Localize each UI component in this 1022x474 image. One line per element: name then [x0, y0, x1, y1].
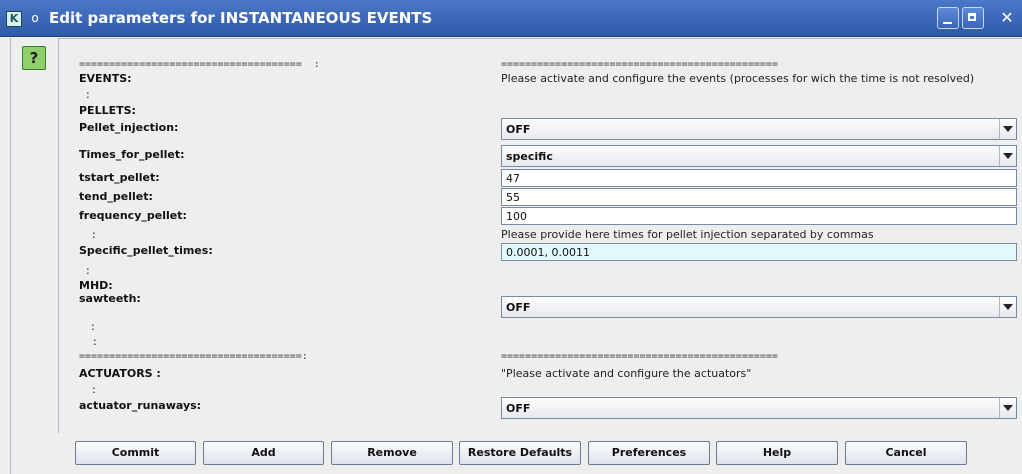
separator-right: ========================================… [501, 351, 778, 362]
chevron-down-icon [1003, 405, 1013, 411]
label-pellet-injection: Pellet_injection: [79, 121, 179, 134]
pellet-injection-select[interactable]: OFF [501, 118, 1017, 140]
tstart-pellet-input[interactable]: 47 [501, 169, 1017, 187]
panel-divider-left-inner [58, 38, 59, 433]
commit-button[interactable]: Commit [75, 441, 196, 465]
label-frequency-pellet: frequency_pellet: [79, 209, 187, 222]
chevron-down-icon [1003, 153, 1013, 159]
dropdown-arrow-button[interactable] [999, 398, 1016, 418]
section-label-events: EVENTS: [79, 72, 132, 85]
label-times-for-pellet: Times_for_pellet: [79, 148, 185, 161]
minimize-button[interactable] [937, 7, 959, 29]
section-label-pellets: PELLETS: [79, 104, 136, 117]
select-value: OFF [506, 123, 531, 136]
colon-marker: : [91, 320, 95, 333]
select-value: OFF [506, 402, 531, 415]
select-value: OFF [506, 301, 531, 314]
separator-right: ========================================… [501, 59, 778, 70]
colon-marker: : [92, 228, 96, 241]
actuator-runaways-select[interactable]: OFF [501, 397, 1017, 419]
window-titlebar[interactable]: K o Edit parameters for INSTANTANEOUS EV… [0, 0, 1022, 37]
specific-pellet-times-hint: Please provide here times for pellet inj… [501, 228, 874, 241]
events-description: Please activate and configure the events… [501, 72, 975, 85]
label-tend-pellet: tend_pellet: [79, 190, 153, 203]
tend-pellet-input[interactable]: 55 [501, 188, 1017, 206]
colon-marker: : [86, 264, 90, 277]
specific-pellet-times-input[interactable]: 0.0001, 0.0011 [501, 243, 1017, 261]
minimize-icon [943, 22, 952, 24]
section-label-actuators: ACTUATORS : [79, 367, 161, 380]
restore-defaults-button[interactable]: Restore Defaults [459, 441, 581, 465]
colon-marker: : [86, 88, 90, 101]
panel-divider-top [58, 38, 1022, 39]
dropdown-arrow-button[interactable] [999, 146, 1016, 166]
close-button[interactable]: ✕ [996, 7, 1018, 29]
label-tstart-pellet: tstart_pellet: [79, 171, 160, 184]
section-label-mhd: MHD: [79, 279, 113, 292]
separator-left: =====================================: [79, 351, 308, 362]
maximize-icon [968, 13, 976, 21]
sawteeth-select[interactable]: OFF [501, 296, 1017, 318]
label-specific-pellet-times: Specific_pellet_times: [79, 244, 213, 257]
frequency-pellet-input[interactable]: 100 [501, 207, 1017, 225]
label-actuator-runaways: actuator_runaways: [79, 399, 202, 412]
colon-marker: : [92, 383, 96, 396]
remove-button[interactable]: Remove [331, 441, 453, 465]
separator-left: ===================================== : [79, 59, 320, 70]
select-value: specific [506, 150, 553, 163]
add-button[interactable]: Add [203, 441, 324, 465]
window-menu-icon[interactable]: o [28, 11, 42, 25]
chevron-down-icon [1003, 304, 1013, 310]
cancel-button[interactable]: Cancel [845, 441, 967, 465]
maximize-button[interactable] [962, 7, 984, 29]
help-button[interactable]: Help [716, 441, 838, 465]
dropdown-arrow-button[interactable] [999, 119, 1016, 139]
preferences-button[interactable]: Preferences [588, 441, 710, 465]
label-sawteeth: sawteeth: [79, 292, 141, 305]
help-icon-button[interactable]: ? [22, 46, 46, 70]
dropdown-arrow-button[interactable] [999, 297, 1016, 317]
colon-marker: : [93, 335, 97, 348]
panel-divider-left [10, 38, 11, 474]
chevron-down-icon [1003, 126, 1013, 132]
app-logo-icon: K [6, 11, 22, 27]
actuators-description: "Please activate and configure the actua… [501, 367, 752, 380]
times-for-pellet-select[interactable]: specific [501, 145, 1017, 167]
window-title: Edit parameters for INSTANTANEOUS EVENTS [49, 9, 433, 27]
